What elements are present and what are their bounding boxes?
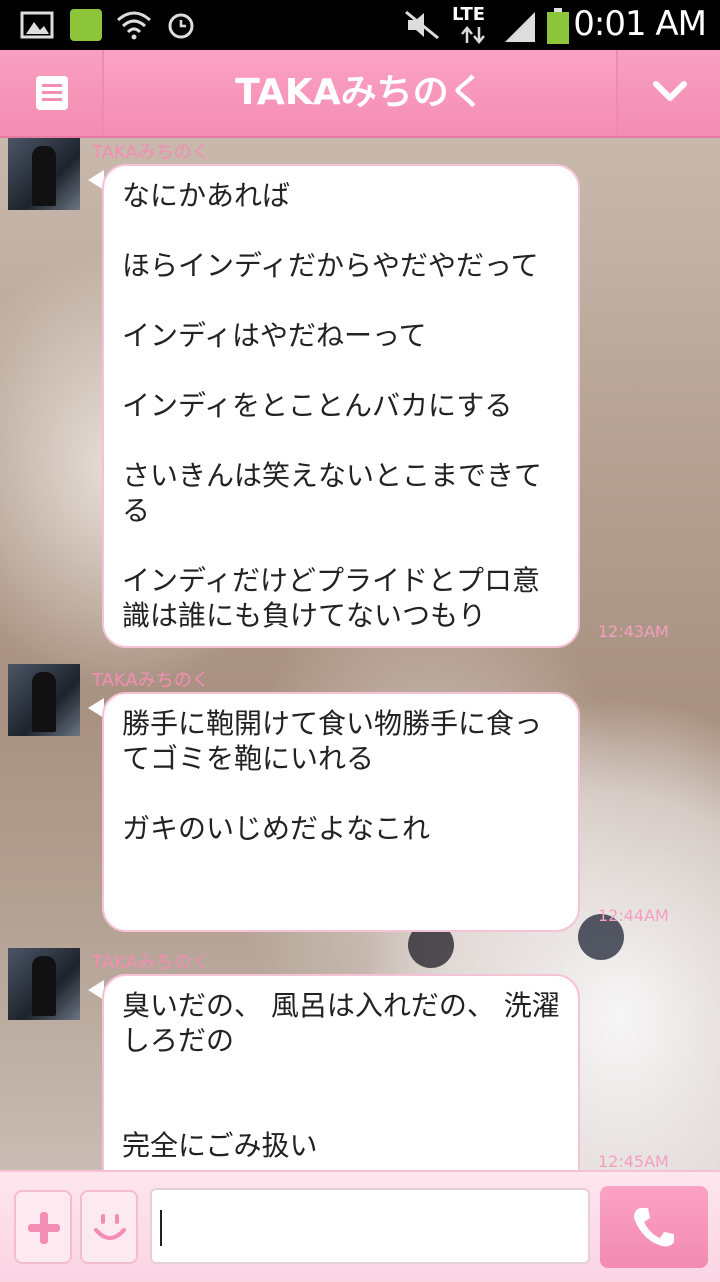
network-type: LTE: [452, 4, 486, 25]
message-bubble[interactable]: 臭いだの、 風呂は入れだの、 洗濯しろだの 完全にごみ扱い: [102, 974, 580, 1170]
avatar[interactable]: [8, 948, 80, 1020]
battery-icon: [547, 8, 569, 44]
add-button[interactable]: [14, 1190, 72, 1264]
signal-icon: [505, 12, 535, 42]
emoji-button[interactable]: [80, 1190, 138, 1264]
chat-area[interactable]: TAKAみちのく なにかあれば ほらインディだからやだやだって インディはやだね…: [0, 138, 720, 1170]
menu-icon: [36, 76, 68, 110]
status-bar: LTE 0:01 AM: [0, 0, 720, 50]
message-time: 12:45AM: [598, 1152, 669, 1170]
dropdown-button[interactable]: [616, 50, 720, 136]
message-input[interactable]: [150, 1188, 590, 1264]
phone-icon: [634, 1208, 674, 1247]
wifi-icon: [117, 11, 151, 40]
clock: 0:01 AM: [573, 4, 707, 44]
gallery-icon: [20, 11, 54, 39]
avatar[interactable]: [8, 664, 80, 736]
sender-name: TAKAみちのく: [92, 670, 210, 691]
sender-name: TAKAみちのく: [92, 952, 210, 973]
chat-header: TAKAみちのく: [0, 50, 720, 138]
chevron-down-icon: [653, 81, 687, 101]
emoji-icon: [94, 1214, 126, 1240]
sender-name: TAKAみちのく: [92, 142, 210, 163]
avatar[interactable]: [8, 138, 80, 210]
text-caret: [160, 1210, 162, 1246]
chat-title: TAKAみちのく: [235, 72, 485, 113]
line-app-icon: [70, 9, 102, 41]
input-bar: [0, 1170, 720, 1282]
data-arrows-icon: [461, 26, 485, 44]
message-time: 12:44AM: [598, 906, 669, 925]
mute-icon: [405, 10, 439, 40]
call-button[interactable]: [600, 1186, 708, 1268]
alarm-icon: [168, 13, 194, 39]
message-bubble[interactable]: 勝手に鞄開けて食い物勝手に食ってゴミを鞄にいれる ガキのいじめだよなこれ: [102, 692, 580, 932]
plus-icon: [28, 1212, 60, 1244]
menu-button[interactable]: [0, 50, 104, 136]
message-time: 12:43AM: [598, 622, 669, 641]
message-bubble[interactable]: なにかあれば ほらインディだからやだやだって インディはやだねーって インディを…: [102, 164, 580, 648]
